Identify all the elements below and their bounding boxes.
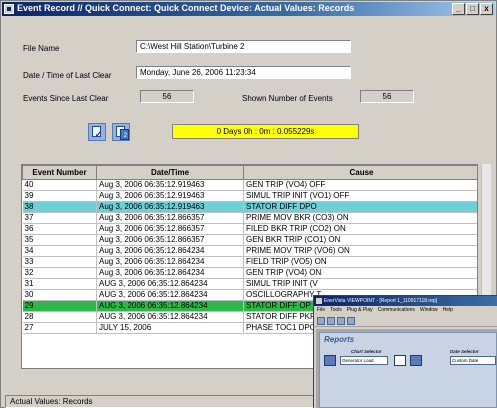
event-number-cell: 39 xyxy=(22,190,97,202)
date-time-cell: AUG 3, 2006 06:35:12.864234 xyxy=(96,278,244,290)
toolbar-save-icon[interactable] xyxy=(327,316,335,325)
chart-selector[interactable]: Generator Load xyxy=(340,356,388,365)
shown-events-label: Shown Number of Events xyxy=(242,94,333,103)
cause-cell: STATOR DIFF DPO xyxy=(243,201,477,213)
toolbar-report-icon[interactable] xyxy=(337,316,345,325)
menu-file[interactable]: File xyxy=(317,306,325,315)
event-number-cell: 28 xyxy=(22,311,97,323)
event-record-window: Event Record // Quick Connect: Quick Con… xyxy=(0,0,497,408)
header-date-time[interactable]: Date/Time xyxy=(96,165,244,180)
overlay-menu-bar: File Tools Plug & Play Communications Wi… xyxy=(314,306,497,315)
cause-cell: SIMUL TRIP INIT (VO1) OFF xyxy=(243,190,477,202)
date-time-cell: Aug 3, 2006 06:35:12.919463 xyxy=(96,190,244,202)
file-name-field[interactable]: C:\West Hill Station\Turbine 2 xyxy=(136,40,351,53)
date-time-cell: Aug 3, 2006 06:35:12.864234 xyxy=(96,256,244,268)
view-event-button[interactable]: ✓ xyxy=(88,123,106,141)
toolbar-tool-icon[interactable] xyxy=(347,316,355,325)
calendar-icon[interactable] xyxy=(410,355,422,366)
date-time-cell: JULY 15, 2006 xyxy=(96,322,244,334)
event-number-cell: 31 xyxy=(22,278,97,290)
last-clear-label: Date / Time of Last Clear xyxy=(23,71,112,80)
table-row[interactable]: 36 Aug 3, 2006 06:35:12.866357 FILED BKR T… xyxy=(22,223,477,235)
events-since-field: 56 xyxy=(140,90,194,103)
menu-plug-play[interactable]: Plug & Play xyxy=(347,306,373,315)
table-row[interactable]: 34 Aug 3, 2006 06:35:12.864234 PRIME MOV T… xyxy=(22,245,477,257)
cause-cell: FIELD TRIP (VO5) ON xyxy=(243,256,477,268)
date-time-cell: Aug 3, 2006 06:35:12.866357 xyxy=(96,234,244,246)
menu-communications[interactable]: Communications xyxy=(378,306,415,315)
event-number-cell: 37 xyxy=(22,212,97,224)
event-number-cell: 27 xyxy=(22,322,97,334)
compare-events-button[interactable]: 2 xyxy=(112,123,130,141)
last-clear-field[interactable]: Monday, June 26, 2006 11:23:34 xyxy=(136,66,351,79)
date-time-cell: AUG 3, 2006 06:35:12.864234 xyxy=(96,289,244,301)
toolbar-open-icon[interactable] xyxy=(317,316,325,325)
date-time-cell: Aug 3, 2006 06:35:12.866357 xyxy=(96,223,244,235)
date-selector[interactable]: Custom Date xyxy=(450,356,496,365)
event-number-cell: 38 xyxy=(22,201,97,213)
close-button[interactable]: x xyxy=(480,3,493,15)
cause-cell: PRIME MOV TRIP (VO6) ON xyxy=(243,245,477,257)
file-name-label: File Name xyxy=(23,44,60,53)
overlay-title: EnerVista VIEWPOINT - [Report 1_11091711… xyxy=(314,296,497,306)
header-cause[interactable]: Cause xyxy=(243,165,477,180)
menu-help[interactable]: Help xyxy=(443,306,453,315)
date-time-cell: Aug 3, 2006 06:35:12.864234 xyxy=(96,267,244,279)
table-row[interactable]: 39 Aug 3, 2006 06:35:12.919463 SIMUL TRIP … xyxy=(22,190,477,202)
cause-cell: FILED BKR TRIP (CO2) ON xyxy=(243,223,477,235)
table-row[interactable]: 40 Aug 3, 2006 06:35:12.919463 GEN TRIP (V… xyxy=(22,179,477,191)
event-number-cell: 30 xyxy=(22,289,97,301)
table-row[interactable]: 32 Aug 3, 2006 06:35:12.864234 GEN TRIP (V… xyxy=(22,267,477,279)
events-since-label: Events Since Last Clear xyxy=(23,94,109,103)
table-row[interactable]: 35 Aug 3, 2006 06:35:12.866357 GEN BKR TRI… xyxy=(22,234,477,246)
report-page-icon[interactable] xyxy=(394,355,406,366)
cause-cell: GEN BKR TRIP (CO1) ON xyxy=(243,234,477,246)
app-icon[interactable] xyxy=(4,4,14,14)
menu-tools[interactable]: Tools xyxy=(330,306,342,315)
menu-window[interactable]: Window xyxy=(420,306,438,315)
cause-cell: PRIME MOV BKR (CO3) ON xyxy=(243,212,477,224)
date-time-cell: AUG 3, 2006 06:35:12.864234 xyxy=(96,300,244,312)
cause-cell: GEN TRIP (VO4) ON xyxy=(243,267,477,279)
event-number-cell: 33 xyxy=(22,256,97,268)
event-number-cell: 40 xyxy=(22,179,97,191)
date-selector-label: Date Selector xyxy=(450,349,479,354)
checkmark-icon: ✓ xyxy=(95,130,102,139)
date-time-cell: Aug 3, 2006 06:35:12.919463 xyxy=(96,201,244,213)
date-time-cell: AUG 3, 2006 06:35:12.864234 xyxy=(96,311,244,323)
date-time-cell: Aug 3, 2006 06:35:12.864234 xyxy=(96,245,244,257)
event-number-cell: 34 xyxy=(22,245,97,257)
date-time-cell: Aug 3, 2006 06:35:12.866357 xyxy=(96,212,244,224)
time-difference-display: 0 Days 0h : 0m : 0.055229s xyxy=(172,124,359,139)
table-row[interactable]: 38 Aug 3, 2006 06:35:12.919463 STATOR DIFF… xyxy=(22,201,477,213)
event-number-cell: 36 xyxy=(22,223,97,235)
reports-panel: Reports Chart Selector Date Selector Gen… xyxy=(319,332,497,408)
date-time-cell: Aug 3, 2006 06:35:12.919463 xyxy=(96,179,244,191)
shown-events-field: 56 xyxy=(360,90,414,103)
event-number-cell: 29 xyxy=(22,300,97,312)
window-title: Event Record // Quick Connect: Quick Con… xyxy=(17,3,355,13)
cause-cell: GEN TRIP (VO4) OFF xyxy=(243,179,477,191)
maximize-button[interactable]: □ xyxy=(466,3,479,15)
document-overlay-icon: 2 xyxy=(120,129,129,140)
chart-selector-label: Chart Selector xyxy=(351,349,382,354)
table-row[interactable]: 31 AUG 3, 2006 06:35:12.864234 SIMUL TRIP … xyxy=(22,278,477,290)
header-event-number[interactable]: Event Number xyxy=(22,165,97,180)
reports-title: Reports xyxy=(324,335,355,344)
table-row[interactable]: 37 Aug 3, 2006 06:35:12.866357 PRIME MOV B… xyxy=(22,212,477,224)
minimize-button[interactable]: _ xyxy=(452,3,465,15)
event-number-cell: 35 xyxy=(22,234,97,246)
event-number-cell: 32 xyxy=(22,267,97,279)
overlay-toolbar xyxy=(314,315,497,327)
reports-menu-button[interactable] xyxy=(324,355,336,366)
title-bar[interactable]: Event Record // Quick Connect: Quick Con… xyxy=(2,2,495,16)
cause-cell: SIMUL TRIP INIT (V xyxy=(243,278,477,290)
viewpoint-overlay-window[interactable]: EnerVista VIEWPOINT - [Report 1_11091711… xyxy=(313,295,497,408)
table-row[interactable]: 33 Aug 3, 2006 06:35:12.864234 FIELD TRIP … xyxy=(22,256,477,268)
